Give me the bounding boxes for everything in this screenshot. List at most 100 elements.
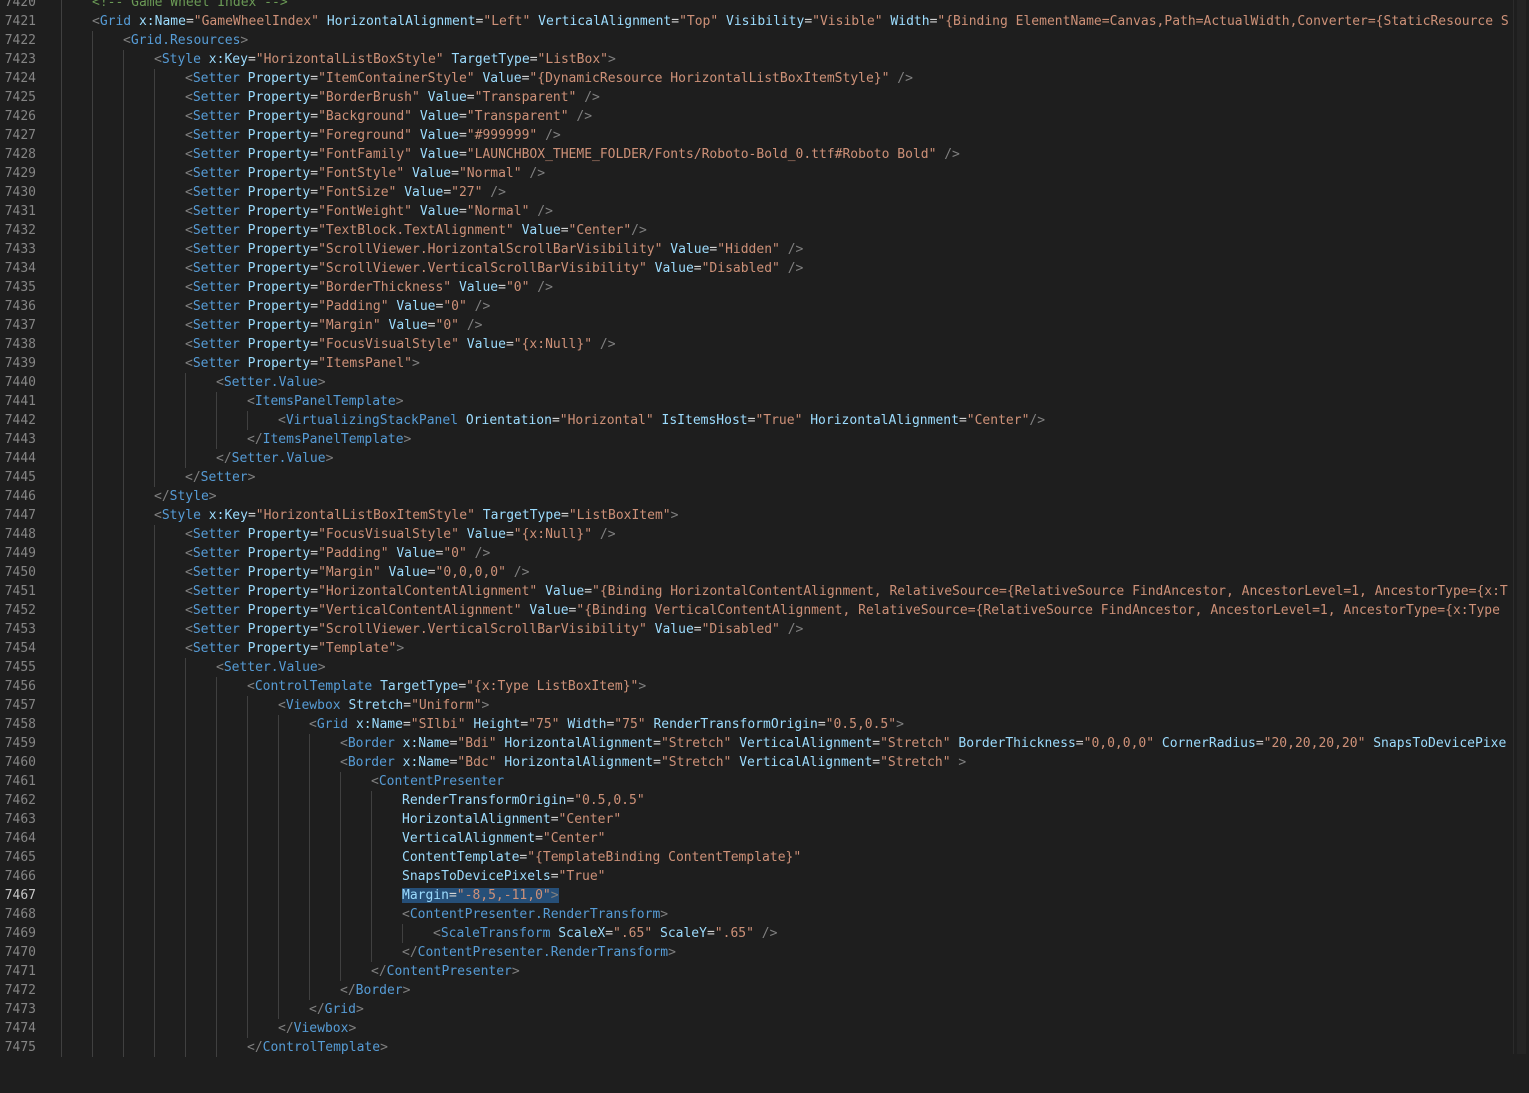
token-attr: Stretch bbox=[348, 698, 404, 713]
code-line[interactable]: 7438 <Setter Property="FocusVisualStyle" … bbox=[0, 335, 1514, 354]
line-number: 7460 bbox=[4, 755, 36, 770]
code-line[interactable]: 7455 <Setter.Value> bbox=[0, 658, 1514, 677]
code-line[interactable]: 7426 <Setter Property="Background" Value=… bbox=[0, 107, 1514, 126]
code-line[interactable]: 7447 <Style x:Key="HorizontalListBoxItemS… bbox=[0, 506, 1514, 525]
code-line[interactable]: 7462 RenderTransformOrigin="0.5,0.5" bbox=[0, 791, 1514, 810]
token-attr: Property bbox=[247, 71, 311, 86]
token-tag: ContentPresenter bbox=[378, 774, 505, 789]
code-line[interactable]: 7473 </Grid> bbox=[0, 1000, 1514, 1019]
code-line[interactable]: 7434 <Setter Property="ScrollViewer.Verti… bbox=[0, 259, 1514, 278]
code-line[interactable]: 7427 <Setter Property="Foreground" Value=… bbox=[0, 126, 1514, 145]
code-line[interactable]: 7468 <ContentPresenter.RenderTransform> bbox=[0, 905, 1514, 924]
code-line[interactable]: 7446 </Style> bbox=[0, 487, 1514, 506]
indent-guide bbox=[247, 962, 248, 981]
indent-guide bbox=[309, 905, 310, 924]
indent-guide bbox=[61, 848, 62, 867]
code-line[interactable]: 7474 </Viewbox> bbox=[0, 1019, 1514, 1038]
code-line[interactable]: 7472 </Border> bbox=[0, 981, 1514, 1000]
code-line[interactable]: 7431 <Setter Property="FontWeight" Value=… bbox=[0, 202, 1514, 221]
token-pun: > bbox=[412, 356, 420, 371]
indent-guide bbox=[92, 278, 93, 297]
token-txt: = bbox=[310, 337, 319, 352]
code-text: <Setter Property="VerticalContentAlignme… bbox=[185, 601, 1514, 620]
code-line[interactable]: 7475 </ControlTemplate> bbox=[0, 1038, 1514, 1057]
code-line[interactable]: 7467 Margin="-8,5,-11,0"> bbox=[0, 886, 1514, 905]
indent-guide bbox=[92, 335, 93, 354]
code-line[interactable]: 7448 <Setter Property="FocusVisualStyle" … bbox=[0, 525, 1514, 544]
code-line[interactable]: 7437 <Setter Property="Margin" Value="0" … bbox=[0, 316, 1514, 335]
token-txt: = bbox=[560, 223, 569, 238]
indent-guide bbox=[216, 430, 217, 449]
code-line[interactable]: 7442 <VirtualizingStackPanel Orientation=… bbox=[0, 411, 1514, 430]
code-line[interactable]: 7443 </ItemsPanelTemplate> bbox=[0, 430, 1514, 449]
indent-guide bbox=[92, 620, 93, 639]
code-line[interactable]: 7454 <Setter Property="Template"> bbox=[0, 639, 1514, 658]
code-line[interactable]: 7464 VerticalAlignment="Center" bbox=[0, 829, 1514, 848]
indent-guide bbox=[61, 12, 62, 31]
code-text: <Setter.Value> bbox=[216, 373, 1514, 392]
token-str: "Center" bbox=[542, 831, 606, 846]
token-pun: > bbox=[668, 945, 676, 960]
code-line[interactable]: 7441 <ItemsPanelTemplate> bbox=[0, 392, 1514, 411]
code-line[interactable]: 7444 </Setter.Value> bbox=[0, 449, 1514, 468]
code-line[interactable]: 7435 <Setter Property="BorderThickness" V… bbox=[0, 278, 1514, 297]
code-line[interactable]: 7433 <Setter Property="ScrollViewer.Horiz… bbox=[0, 240, 1514, 259]
code-line[interactable]: 7422 <Grid.Resources> bbox=[0, 31, 1514, 50]
code-line[interactable]: 7440 <Setter.Value> bbox=[0, 373, 1514, 392]
code-line[interactable]: 7439 <Setter Property="ItemsPanel"> bbox=[0, 354, 1514, 373]
code-line[interactable]: 7470 </ContentPresenter.RenderTransform> bbox=[0, 943, 1514, 962]
token-str: "Padding" bbox=[318, 299, 389, 314]
code-line[interactable]: 7452 <Setter Property="VerticalContentAli… bbox=[0, 601, 1514, 620]
code-line[interactable]: 7457 <Viewbox Stretch="Uniform"> bbox=[0, 696, 1514, 715]
code-line[interactable]: 7423 <Style x:Key="HorizontalListBoxStyle… bbox=[0, 50, 1514, 69]
code-line[interactable]: 7465 ContentTemplate="{TemplateBinding Co… bbox=[0, 848, 1514, 867]
indent-guide bbox=[123, 126, 124, 145]
code-line[interactable]: 7461 <ContentPresenter bbox=[0, 772, 1514, 791]
code-line[interactable]: 7421 <Grid x:Name="GameWheelIndex" Horizo… bbox=[0, 12, 1514, 31]
token-attr: VerticalAlignment bbox=[739, 736, 873, 751]
token-pun: /> bbox=[545, 128, 561, 143]
code-editor[interactable]: 7420 <!-- Game Wheel Index --> 7421 <Grid x… bbox=[0, 0, 1514, 1093]
code-line[interactable]: 7459 <Border x:Name = "Bdi" HorizontalAlign… bbox=[0, 734, 1514, 753]
code-line[interactable]: 7428 <Setter Property="FontFamily" Value=… bbox=[0, 145, 1514, 164]
indent-guide bbox=[371, 886, 372, 905]
code-line[interactable]: 7420 <!-- Game Wheel Index --> bbox=[0, 0, 1514, 12]
code-line[interactable]: 7449 <Setter Property="Padding" Value="0"… bbox=[0, 544, 1514, 563]
code-line[interactable]: 7429 <Setter Property="FontStyle" Value="… bbox=[0, 164, 1514, 183]
scrollbar-thumb[interactable] bbox=[1517, 0, 1526, 1054]
code-text: </Setter.Value> bbox=[216, 449, 1514, 468]
code-line[interactable]: 7424 <Setter Property="ItemContainerStyle… bbox=[0, 69, 1514, 88]
token-pun: < bbox=[371, 774, 379, 789]
token-pun: /> bbox=[631, 223, 647, 238]
code-line[interactable]: 7451 <Setter Property="HorizontalContentA… bbox=[0, 582, 1514, 601]
code-line[interactable]: 7466 SnapsToDevicePixels="True" bbox=[0, 867, 1514, 886]
vertical-scrollbar[interactable] bbox=[1513, 0, 1529, 1054]
code-line[interactable]: 7425 <Setter Property="BorderBrush" Value… bbox=[0, 88, 1514, 107]
code-line[interactable]: 7458 <Grid x:Name="SIlbi" Height="75" Wid… bbox=[0, 715, 1514, 734]
line-number: 7426 bbox=[4, 109, 36, 124]
token-pun: < bbox=[185, 280, 193, 295]
code-line[interactable]: 7436 <Setter Property="Padding" Value="0"… bbox=[0, 297, 1514, 316]
indent-guide bbox=[154, 696, 155, 715]
token-txt: = bbox=[310, 166, 319, 181]
code-line[interactable]: 7453 <Setter Property="ScrollViewer.Verti… bbox=[0, 620, 1514, 639]
code-line[interactable]: 7430 <Setter Property="FontSize" Value="2… bbox=[0, 183, 1514, 202]
token-str: "BorderBrush" bbox=[318, 90, 420, 105]
code-line[interactable]: 7432 <Setter Property="TextBlock.TextAlig… bbox=[0, 221, 1514, 240]
code-line[interactable]: 7469 <ScaleTransform ScaleX=".65" ScaleY=… bbox=[0, 924, 1514, 943]
code-line[interactable]: 7450 <Setter Property="Margin" Value="0,0… bbox=[0, 563, 1514, 582]
indent-guide bbox=[92, 1019, 93, 1038]
code-line[interactable]: 7471 </ContentPresenter> bbox=[0, 962, 1514, 981]
token-attr: Value bbox=[412, 166, 452, 181]
code-line[interactable]: 7445 </Setter> bbox=[0, 468, 1514, 487]
code-line[interactable]: 7463 HorizontalAlignment="Center" bbox=[0, 810, 1514, 829]
code-text: <Border x:Name = "Bdi" HorizontalAlignment… bbox=[340, 734, 1514, 753]
code-line[interactable]: 7456 <ControlTemplate TargetType="{x:Type… bbox=[0, 677, 1514, 696]
token-attr: HorizontalAlignment bbox=[326, 14, 476, 29]
code-line[interactable]: 7460 <Border x:Name = "Bdc" HorizontalAlign… bbox=[0, 753, 1514, 772]
